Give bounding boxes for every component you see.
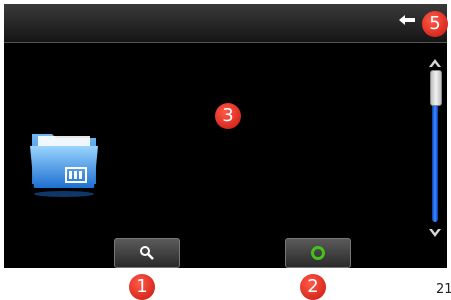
ring-icon (311, 246, 325, 260)
callout-badge-back: 5 (422, 11, 448, 37)
scrollbar-thumb[interactable] (430, 70, 442, 106)
video-folder-item[interactable] (26, 128, 102, 198)
back-arrow-icon (399, 15, 415, 25)
chevron-down-icon (429, 229, 441, 237)
device-screen (4, 4, 447, 268)
callout-badge-list-area: 3 (215, 103, 241, 129)
scroll-down-button[interactable] (428, 224, 442, 238)
confirm-button[interactable] (285, 238, 351, 268)
search-button[interactable] (114, 238, 180, 268)
video-folder-icon (30, 134, 98, 197)
scroll-up-button[interactable] (428, 56, 442, 70)
top-bar (4, 4, 447, 43)
page-number: 21 (436, 282, 451, 297)
back-button[interactable] (397, 12, 417, 28)
callout-badge-search: 1 (129, 274, 155, 300)
callout-badge-confirm: 2 (300, 274, 326, 300)
scrollbar[interactable] (428, 56, 442, 238)
chevron-up-icon (429, 59, 441, 67)
search-icon (140, 246, 154, 260)
